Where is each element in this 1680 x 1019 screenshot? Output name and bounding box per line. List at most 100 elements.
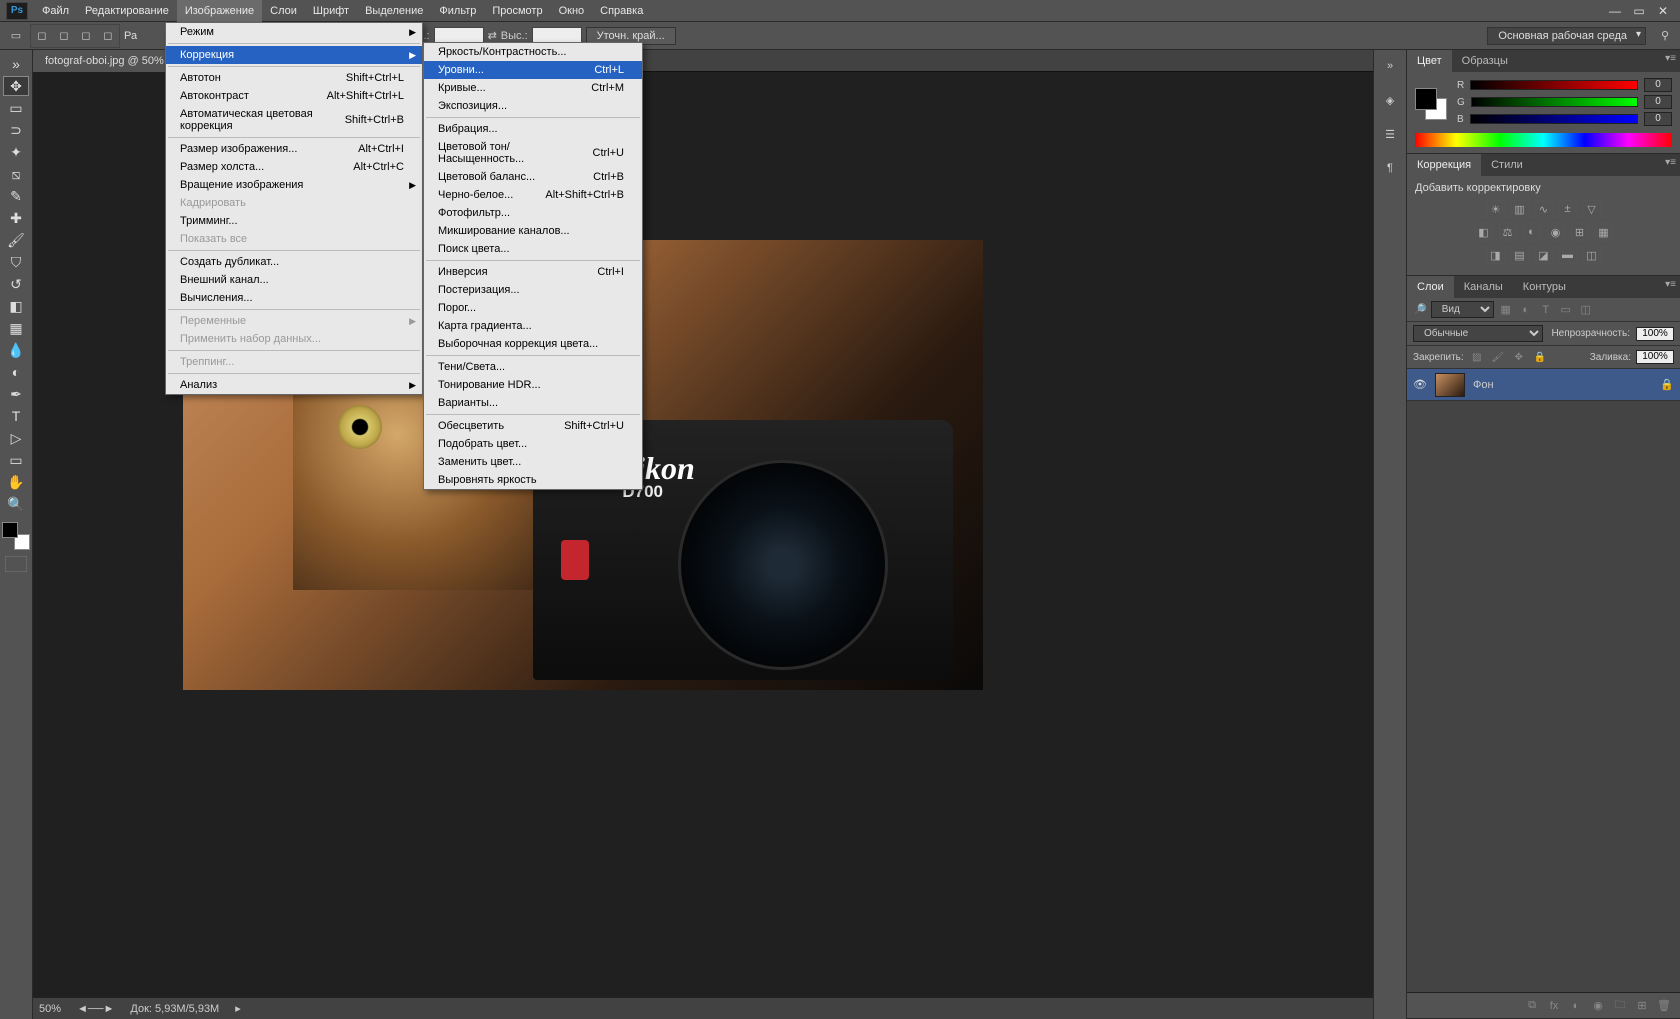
menu-item[interactable]: Яркость/Контрастность... [424, 43, 642, 61]
menu-item[interactable]: ОбесцветитьShift+Ctrl+U [424, 417, 642, 435]
tab-swatches[interactable]: Образцы [1452, 50, 1518, 72]
menu-item[interactable]: АвтотонShift+Ctrl+L [166, 69, 422, 87]
lock-all-icon[interactable]: 🔒 [1532, 349, 1548, 365]
search-icon[interactable]: ⚲ [1656, 27, 1674, 45]
tab-paths[interactable]: Контуры [1513, 276, 1576, 298]
menu-item[interactable]: Коррекция▶ [166, 46, 422, 64]
gradient-map-icon[interactable]: ▬ [1559, 246, 1577, 264]
menu-item[interactable]: Размер холста...Alt+Ctrl+C [166, 158, 422, 176]
new-layer-icon[interactable]: ⊞ [1634, 998, 1650, 1014]
foreground-background-swatch[interactable] [2, 522, 30, 550]
dodge-tool[interactable]: ◐ [3, 362, 29, 382]
channel-mixer-icon[interactable]: ⊞ [1571, 223, 1589, 241]
menu-item[interactable]: Карта градиента... [424, 317, 642, 335]
menu-фильтр[interactable]: Фильтр [431, 0, 484, 22]
filter-shape-icon[interactable]: ▭ [1558, 302, 1574, 318]
link-layers-icon[interactable]: ⧉ [1524, 998, 1540, 1014]
menu-item[interactable]: Размер изображения...Alt+Ctrl+I [166, 140, 422, 158]
menu-item[interactable]: Внешний канал... [166, 271, 422, 289]
menu-item[interactable]: ИнверсияCtrl+I [424, 263, 642, 281]
menu-item[interactable]: Экспозиция... [424, 97, 642, 115]
r-value[interactable]: 0 [1644, 78, 1672, 92]
curves-icon[interactable]: ∿ [1535, 200, 1553, 218]
menu-справка[interactable]: Справка [592, 0, 651, 22]
menu-редактирование[interactable]: Редактирование [77, 0, 177, 22]
new-adjustment-icon[interactable]: ◉ [1590, 998, 1606, 1014]
lock-transparent-icon[interactable]: ▨ [1469, 349, 1485, 365]
toolbox-grip[interactable]: » [3, 54, 29, 74]
menu-item[interactable]: Вычисления... [166, 289, 422, 307]
pen-tool[interactable]: ✒ [3, 384, 29, 404]
stamp-tool[interactable]: ⛉ [3, 252, 29, 272]
zoom-slider-icon[interactable]: ◄──► [77, 1003, 114, 1015]
menu-item[interactable]: Микширование каналов... [424, 222, 642, 240]
menu-изображение[interactable]: Изображение [177, 0, 262, 22]
menu-item[interactable]: Подобрать цвет... [424, 435, 642, 453]
lasso-tool[interactable]: ⊃ [3, 120, 29, 140]
menu-item[interactable]: Вибрация... [424, 120, 642, 138]
workspace-dropdown[interactable]: Основная рабочая среда [1487, 27, 1646, 45]
swap-dims-icon[interactable]: ⇄ [488, 29, 497, 42]
foreground-color[interactable] [2, 522, 18, 538]
menu-item[interactable]: Порог... [424, 299, 642, 317]
menu-item[interactable]: Постеризация... [424, 281, 642, 299]
menu-item[interactable]: Черно-белое...Alt+Shift+Ctrl+B [424, 186, 642, 204]
lock-pixels-icon[interactable]: 🖌 [1490, 349, 1506, 365]
move-tool[interactable]: ✥ [3, 76, 29, 96]
selection-intersect-icon[interactable]: ◻ [98, 26, 118, 46]
menu-выделение[interactable]: Выделение [357, 0, 431, 22]
eraser-tool[interactable]: ◧ [3, 296, 29, 316]
menu-item[interactable]: Кривые...Ctrl+M [424, 79, 642, 97]
tab-color[interactable]: Цвет [1407, 50, 1452, 72]
opacity-value[interactable]: 100% [1636, 327, 1674, 341]
color-spectrum[interactable] [1415, 133, 1672, 147]
hue-sat-icon[interactable]: ◧ [1475, 223, 1493, 241]
minimize-button[interactable]: — [1606, 4, 1624, 18]
lock-position-icon[interactable]: ✥ [1511, 349, 1527, 365]
tab-channels[interactable]: Каналы [1454, 276, 1513, 298]
color-lookup-icon[interactable]: ▦ [1595, 223, 1613, 241]
wand-tool[interactable]: ✦ [3, 142, 29, 162]
menu-item[interactable]: Варианты... [424, 394, 642, 412]
menu-item[interactable]: Уровни...Ctrl+L [424, 61, 642, 79]
color-fg-bg-swatch[interactable] [1415, 88, 1447, 120]
layer-thumbnail[interactable] [1435, 373, 1465, 397]
visibility-toggle-icon[interactable]: 👁 [1413, 378, 1427, 392]
filter-smart-icon[interactable]: ◫ [1578, 302, 1594, 318]
path-select-tool[interactable]: ▷ [3, 428, 29, 448]
menu-окно[interactable]: Окно [551, 0, 593, 22]
blur-tool[interactable]: 💧 [3, 340, 29, 360]
filter-search-icon[interactable]: 🔎 [1413, 303, 1427, 316]
selection-subtract-icon[interactable]: ◻ [76, 26, 96, 46]
eyedropper-tool[interactable]: ✎ [3, 186, 29, 206]
b-slider[interactable] [1470, 114, 1638, 124]
menu-item[interactable]: Заменить цвет... [424, 453, 642, 471]
fg-color-swatch[interactable] [1415, 88, 1437, 110]
layer-fx-icon[interactable]: fx [1546, 998, 1562, 1014]
fill-value[interactable]: 100% [1636, 350, 1674, 364]
strip-grip[interactable]: » [1378, 54, 1402, 78]
vibrance-icon[interactable]: ▽ [1583, 200, 1601, 218]
maximize-button[interactable]: ▭ [1630, 4, 1648, 18]
invert-icon[interactable]: ◨ [1487, 246, 1505, 264]
marquee-tool[interactable]: ▭ [3, 98, 29, 118]
r-slider[interactable] [1470, 80, 1638, 90]
exposure-icon[interactable]: ± [1559, 200, 1577, 218]
tab-adjustments[interactable]: Коррекция [1407, 154, 1481, 176]
menu-item[interactable]: АвтоконтрастAlt+Shift+Ctrl+L [166, 87, 422, 105]
crop-tool[interactable]: ⧅ [3, 164, 29, 184]
menu-слои[interactable]: Слои [262, 0, 305, 22]
threshold-icon[interactable]: ◪ [1535, 246, 1553, 264]
menu-item[interactable]: Автоматическая цветовая коррекцияShift+C… [166, 105, 422, 135]
tab-layers[interactable]: Слои [1407, 276, 1454, 298]
healing-tool[interactable]: ✚ [3, 208, 29, 228]
new-group-icon[interactable]: 🗀 [1612, 998, 1628, 1014]
panel-menu-icon[interactable]: ▾≡ [1665, 157, 1676, 168]
layer-filter-kind[interactable]: Вид [1431, 301, 1494, 318]
menu-item[interactable]: Цветовой тон/Насыщенность...Ctrl+U [424, 138, 642, 168]
properties-panel-icon[interactable]: ☰ [1378, 122, 1402, 146]
menu-item[interactable]: Выборочная коррекция цвета... [424, 335, 642, 353]
menu-item[interactable]: Поиск цвета... [424, 240, 642, 258]
panel-menu-icon[interactable]: ▾≡ [1665, 53, 1676, 64]
menu-item[interactable]: Режим▶ [166, 23, 422, 41]
